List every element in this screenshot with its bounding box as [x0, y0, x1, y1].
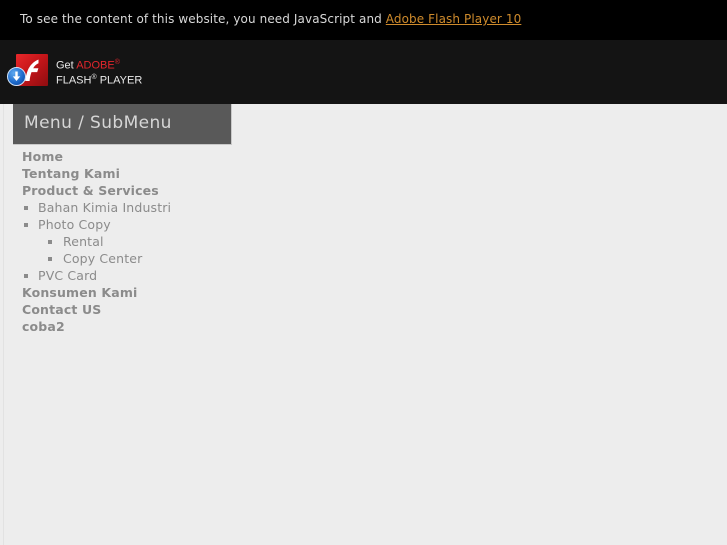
download-arrow-icon [7, 67, 26, 86]
menu-item[interactable]: Konsumen Kami [0, 284, 300, 301]
menu-item[interactable]: Tentang Kami [0, 165, 300, 182]
flash-word: FLASH [56, 74, 92, 87]
get-adobe-flash-player-badge[interactable]: Get ADOBE® FLASH® PLAYER [7, 53, 149, 93]
player-word: PLAYER [96, 74, 143, 87]
menu-item-label: Copy Center [63, 251, 143, 266]
menu-item[interactable]: Copy Center [0, 250, 300, 267]
javascript-flash-notice-bar: To see the content of this website, you … [0, 0, 727, 40]
menu-item-label: Photo Copy [38, 217, 111, 232]
bullet-icon [48, 240, 52, 244]
page-content-area: Menu / SubMenu Home Tentang Kami Product &… [0, 104, 727, 545]
notice-message-text: To see the content of this website, you … [20, 12, 386, 26]
menu-item-label: coba2 [22, 319, 65, 334]
flash-badge-line-2: FLASH® PLAYER [56, 72, 142, 87]
menu-item-label: PVC Card [38, 268, 98, 283]
menu-item[interactable]: Product & Services [0, 182, 300, 199]
menu-item[interactable]: PVC Card [0, 267, 300, 284]
get-word: Get [56, 59, 77, 72]
menu-item-label: Rental [63, 234, 104, 249]
site-navigation-menu[interactable]: Home Tentang Kami Product & Services Bahan … [0, 148, 300, 335]
menu-item-label: Product & Services [22, 183, 159, 198]
menu-item-label: Home [22, 149, 64, 164]
bullet-icon [24, 206, 28, 210]
menu-item[interactable]: coba2 [0, 318, 300, 335]
flash-badge-band: Get ADOBE® FLASH® PLAYER [0, 40, 727, 104]
adobe-flash-player-link[interactable]: Adobe Flash Player 10 [386, 12, 522, 26]
page-title: Menu / SubMenu [24, 113, 172, 133]
adobe-registered-mark: ® [114, 59, 120, 66]
menu-item[interactable]: Contact US [0, 301, 300, 318]
bullet-icon [24, 223, 28, 227]
download-arrow-glyph [12, 71, 21, 81]
menu-item[interactable]: Photo Copy [0, 216, 300, 233]
flash-badge-text: Get ADOBE® FLASH® PLAYER [56, 57, 142, 86]
adobe-word: ADOBE [76, 59, 115, 72]
menu-item-label: Konsumen Kami [22, 285, 138, 300]
menu-item[interactable]: Bahan Kimia Industri [0, 199, 300, 216]
bullet-icon [24, 274, 28, 278]
flash-badge-line-1: Get ADOBE® [56, 57, 142, 72]
menu-item-label: Bahan Kimia Industri [38, 200, 172, 215]
menu-item[interactable]: Rental [0, 233, 300, 250]
menu-item-label: Tentang Kami [22, 166, 121, 181]
bullet-icon [48, 257, 52, 261]
menu-item[interactable]: Home [0, 148, 300, 165]
notice-message: To see the content of this website, you … [20, 12, 521, 26]
menu-panel-header: Menu / SubMenu [13, 104, 232, 145]
menu-item-label: Contact US [22, 302, 102, 317]
